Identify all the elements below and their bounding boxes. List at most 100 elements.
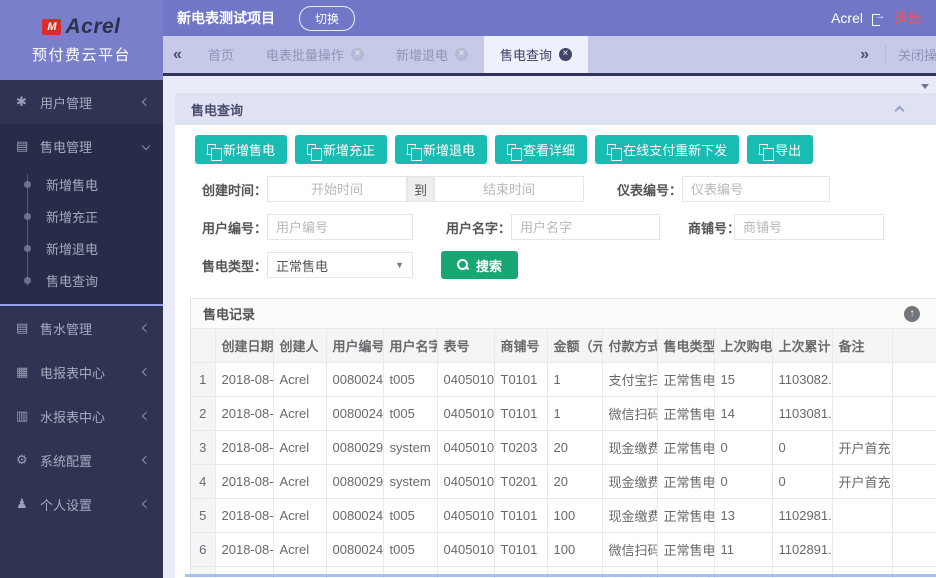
card-icon <box>16 320 40 336</box>
platform-subtitle: 预付费云平台 <box>32 44 131 65</box>
cell: 0080024 <box>326 397 383 431</box>
cell: T0203 <box>494 431 547 465</box>
cell: t005 <box>383 363 437 397</box>
table-row[interactable]: 32018-08-Acrel0080029system04050102T0203… <box>191 431 936 465</box>
close-operations-menu[interactable]: 关闭操作 <box>885 45 936 64</box>
tab-label: 电表批量操作 <box>266 45 344 64</box>
toolbar-button-查看详细[interactable]: 查看详细 <box>495 135 587 164</box>
chevron-left-icon <box>142 456 150 464</box>
card-icon <box>16 138 40 154</box>
column-header-blank <box>191 329 215 363</box>
tab-label: 新增退电 <box>396 45 448 64</box>
cell: system <box>383 465 437 499</box>
meter-no-input[interactable] <box>682 176 830 202</box>
switch-project-button[interactable]: 切换 <box>299 6 355 31</box>
cell: 微信扫码支付 <box>602 397 657 431</box>
table-row[interactable]: 62018-08-Acrel0080024t00504050101T010110… <box>191 533 936 567</box>
sidebar-item-系统配置[interactable]: 系统配置 <box>0 438 163 482</box>
table-row[interactable]: 12018-08-Acrel0080024t00504050101T01011支… <box>191 363 936 397</box>
tab-close-icon[interactable] <box>559 48 572 61</box>
user-icon <box>16 94 40 110</box>
sidebar-subitem-售电查询[interactable]: 售电查询 <box>0 264 163 296</box>
user-name-input[interactable] <box>511 214 660 240</box>
cell: 04050102 <box>437 431 494 465</box>
cell: 0080029 <box>326 431 383 465</box>
tab-新增退电[interactable]: 新增退电 <box>380 36 484 73</box>
cell: 13 <box>714 499 772 533</box>
cell: 2018-08- <box>215 533 273 567</box>
end-time-input[interactable] <box>434 176 584 202</box>
tabs-scroll-right-icon[interactable]: » <box>850 46 879 64</box>
records-panel-header: 售电记录 <box>191 299 936 329</box>
tab-close-icon[interactable] <box>455 48 468 61</box>
toolbar-button-新增退电[interactable]: 新增退电 <box>395 135 487 164</box>
column-header-用户名字: 用户名字 <box>383 329 437 363</box>
tabs-scroll-left-icon[interactable]: « <box>163 46 192 64</box>
sidebar-group-1: 售电管理新增售电新增充正新增退电售电查询 <box>0 124 163 306</box>
toolbar-button-导出[interactable]: 导出 <box>747 135 813 164</box>
topbar: 新电表测试项目 切换 Acrel 退出 <box>163 0 936 36</box>
user-no-label: 用户编号： <box>195 218 267 237</box>
column-header-上次购电: 上次购电 <box>714 329 772 363</box>
tab-首页[interactable]: 首页 <box>192 36 250 73</box>
sidebar-subitem-新增售电[interactable]: 新增售电 <box>0 168 163 200</box>
cell <box>892 397 936 431</box>
tab-电表批量操作[interactable]: 电表批量操作 <box>250 36 380 73</box>
cell: 正常售电 <box>657 465 714 499</box>
sidebar-subitem-新增退电[interactable]: 新增退电 <box>0 232 163 264</box>
search-icon <box>457 259 469 271</box>
shop-no-input[interactable] <box>734 214 884 240</box>
search-button[interactable]: 搜索 <box>441 251 518 279</box>
cell: 11 <box>714 533 772 567</box>
cell: 1103081. <box>772 397 832 431</box>
sidebar-subitem-新增充正[interactable]: 新增充正 <box>0 200 163 232</box>
sidebar-item-售水管理[interactable]: 售水管理 <box>0 306 163 350</box>
user-no-input[interactable] <box>267 214 413 240</box>
logout-button[interactable]: 退出 <box>894 8 922 28</box>
sale-type-select[interactable]: 正常售电 <box>267 252 413 278</box>
column-header-备注: 备注 <box>832 329 892 363</box>
cell <box>892 533 936 567</box>
table-row[interactable]: 22018-08-Acrel0080024t00504050101T01011微… <box>191 397 936 431</box>
list-icon <box>16 408 40 424</box>
cell: 04050102 <box>437 465 494 499</box>
toolbar-button-label: 新增售电 <box>223 140 275 159</box>
cell: 2018-08- <box>215 465 273 499</box>
row-number: 5 <box>191 499 215 533</box>
toolbar-button-新增充正[interactable]: 新增充正 <box>295 135 387 164</box>
start-time-input[interactable] <box>267 176 407 202</box>
sidebar-item-个人设置[interactable]: 个人设置 <box>0 482 163 526</box>
tab-售电查询[interactable]: 售电查询 <box>484 36 588 73</box>
sidebar-item-水报表中心[interactable]: 水报表中心 <box>0 394 163 438</box>
person-icon <box>16 496 40 512</box>
sidebar-item-售电管理[interactable]: 售电管理 <box>0 124 163 168</box>
sidebar-item-电报表中心[interactable]: 电报表中心 <box>0 350 163 394</box>
cell: T0101 <box>494 533 547 567</box>
cell: Acrel <box>273 499 326 533</box>
cell: 2018-08- <box>215 397 273 431</box>
cell: t005 <box>383 533 437 567</box>
column-header-创建日期: 创建日期 <box>215 329 273 363</box>
shop-no-label: 商铺号： <box>688 218 734 237</box>
table-row[interactable]: 42018-08-Acrel0080029system04050102T0201… <box>191 465 936 499</box>
cell: Acrel <box>273 465 326 499</box>
cell: 14 <box>714 397 772 431</box>
records-collapse-icon[interactable] <box>904 306 920 322</box>
table-row[interactable]: 52018-08-Acrel0080024t00504050101T010110… <box>191 499 936 533</box>
sidebar: M Acrel 预付费云平台 用户管理售电管理新增售电新增充正新增退电售电查询售… <box>0 0 163 578</box>
username[interactable]: Acrel <box>831 10 863 26</box>
cell: 0 <box>714 431 772 465</box>
column-header-上次累计: 上次累计 <box>772 329 832 363</box>
cell: 正常售电 <box>657 431 714 465</box>
tab-close-icon[interactable] <box>351 48 364 61</box>
cell: 开户首充 <box>832 465 892 499</box>
toolbar-button-新增售电[interactable]: 新增售电 <box>195 135 287 164</box>
panel-collapse-icon[interactable] <box>895 106 905 116</box>
horizontal-scrollbar[interactable] <box>185 574 936 577</box>
cell: 15 <box>714 363 772 397</box>
toolbar-button-在线支付重新下发[interactable]: 在线支付重新下发 <box>595 135 739 164</box>
project-name: 新电表测试项目 <box>177 8 275 28</box>
sidebar-item-用户管理[interactable]: 用户管理 <box>0 80 163 124</box>
sidebar-item-label: 售水管理 <box>40 319 92 338</box>
chevron-down-icon <box>395 260 404 270</box>
